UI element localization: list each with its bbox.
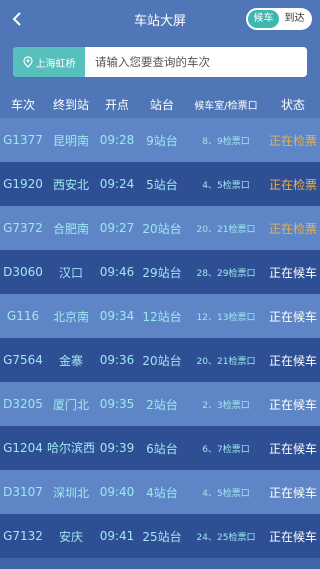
gate: 4、5检票口: [202, 180, 250, 191]
gate: 8、9检票口: [202, 136, 250, 147]
status-badge: 正在检票: [268, 177, 317, 192]
station-name: 上海虹桥: [35, 58, 76, 70]
col-gate: 候车室/检票口: [194, 100, 258, 112]
depart-time: 09:41: [99, 529, 135, 543]
table-row[interactable]: G116 北京南 09:34 12站台 12、13检票口 正在候车: [0, 294, 320, 338]
status-badge: 正在候车: [268, 485, 317, 500]
table-row[interactable]: D3060 汉口 09:46 29站台 28、29检票口 正在候车: [0, 250, 320, 294]
status-badge: 正在候车: [268, 309, 317, 324]
toggle-arrival[interactable]: 到达: [279, 10, 310, 28]
train-number: G7132: [3, 529, 43, 543]
depart-time: 09:28: [99, 133, 135, 147]
platform: 25站台: [142, 529, 182, 544]
gate: 20、21检票口: [196, 356, 256, 367]
destination: 哈尔滨西: [46, 441, 95, 455]
platform: 6站台: [146, 441, 178, 456]
destination: 西安北: [52, 177, 89, 192]
gate: 6、7检票口: [202, 444, 250, 455]
search-bar: 上海虹桥: [13, 47, 307, 77]
destination: 深圳北: [52, 485, 89, 500]
station-selector[interactable]: 上海虹桥: [13, 47, 85, 77]
col-destination: 终到站: [52, 97, 89, 112]
table-row[interactable]: G1377 昆明南 09:28 9站台 8、9检票口 正在检票: [0, 118, 320, 162]
destination: 昆明南: [52, 133, 89, 148]
col-depart-time: 开点: [104, 97, 129, 112]
platform: 20站台: [142, 221, 182, 236]
train-number: D3060: [3, 265, 43, 279]
platform: 2站台: [146, 397, 178, 412]
table-row[interactable]: D3107 深圳北 09:40 4站台 4、5检票口 正在候车: [0, 470, 320, 514]
depart-time: 09:36: [99, 353, 135, 367]
destination: 北京南: [52, 309, 89, 324]
status-badge: 正在候车: [268, 265, 317, 280]
status-badge: 正在检票: [268, 133, 317, 148]
wait-arrive-toggle[interactable]: 候车 到达: [246, 8, 312, 30]
depart-time: 09:24: [99, 177, 135, 191]
gate: 12、13检票口: [196, 312, 256, 323]
platform: 5站台: [146, 177, 178, 192]
col-train: 车次: [10, 97, 35, 112]
gate: 4、5检票口: [202, 488, 250, 499]
destination: 金寨: [58, 353, 83, 368]
gate: 28、29检票口: [196, 268, 256, 279]
table-row[interactable]: G1920 西安北 09:24 5站台 4、5检票口 正在检票: [0, 162, 320, 206]
gate: 20、21检票口: [196, 224, 256, 235]
depart-time: 09:39: [99, 441, 135, 455]
table-row[interactable]: G1204 哈尔滨西 09:39 6站台 6、7检票口 正在候车: [0, 426, 320, 470]
status-badge: 正在候车: [268, 397, 317, 412]
gate: 2、3检票口: [202, 400, 250, 411]
destination: 合肥南: [52, 221, 89, 236]
train-number: G7372: [3, 221, 43, 235]
table-row[interactable]: G7132 安庆 09:41 25站台 24、25检票口 正在候车: [0, 514, 320, 558]
location-pin-icon: [22, 56, 33, 68]
train-number: D3107: [3, 485, 43, 499]
platform: 4站台: [146, 485, 178, 500]
gate: 24、25检票口: [196, 532, 256, 543]
destination: 厦门北: [52, 397, 89, 412]
train-number: G1920: [3, 177, 43, 191]
train-number: G7564: [3, 353, 43, 367]
status-badge: 正在检票: [268, 221, 317, 236]
platform: 9站台: [146, 133, 178, 148]
status-badge: 正在候车: [268, 441, 317, 456]
platform: 12站台: [142, 309, 182, 324]
table-header: 车次 终到站 开点 站台 候车室/检票口 状态: [0, 90, 320, 118]
destination: 安庆: [58, 529, 83, 544]
train-number: G116: [6, 309, 40, 323]
col-platform: 站台: [149, 97, 174, 112]
depart-time: 09:35: [99, 397, 135, 411]
col-status: 状态: [280, 97, 305, 112]
status-badge: 正在候车: [268, 353, 317, 368]
train-number: D3205: [3, 397, 43, 411]
table-row[interactable]: G7564 金寨 09:36 20站台 20、21检票口 正在候车: [0, 338, 320, 382]
depart-time: 09:27: [99, 221, 135, 235]
depart-time: 09:46: [99, 265, 135, 279]
destination: 汉口: [58, 265, 83, 280]
train-list: G1377 昆明南 09:28 9站台 8、9检票口 正在检票 G1920 西安…: [0, 118, 320, 558]
platform: 20站台: [142, 353, 182, 368]
train-number: G1377: [3, 133, 43, 147]
status-badge: 正在候车: [268, 529, 317, 544]
depart-time: 09:34: [99, 309, 135, 323]
table-row[interactable]: D3205 厦门北 09:35 2站台 2、3检票口 正在候车: [0, 382, 320, 426]
toggle-waiting[interactable]: 候车: [248, 10, 279, 28]
train-search-input[interactable]: [85, 47, 307, 77]
header-bar: 车站大屏 候车 到达: [0, 0, 320, 38]
search-row: 上海虹桥: [0, 38, 320, 90]
depart-time: 09:40: [99, 485, 135, 499]
train-number: G1204: [3, 441, 43, 455]
platform: 29站台: [142, 265, 182, 280]
table-row[interactable]: G7372 合肥南 09:27 20站台 20、21检票口 正在检票: [0, 206, 320, 250]
